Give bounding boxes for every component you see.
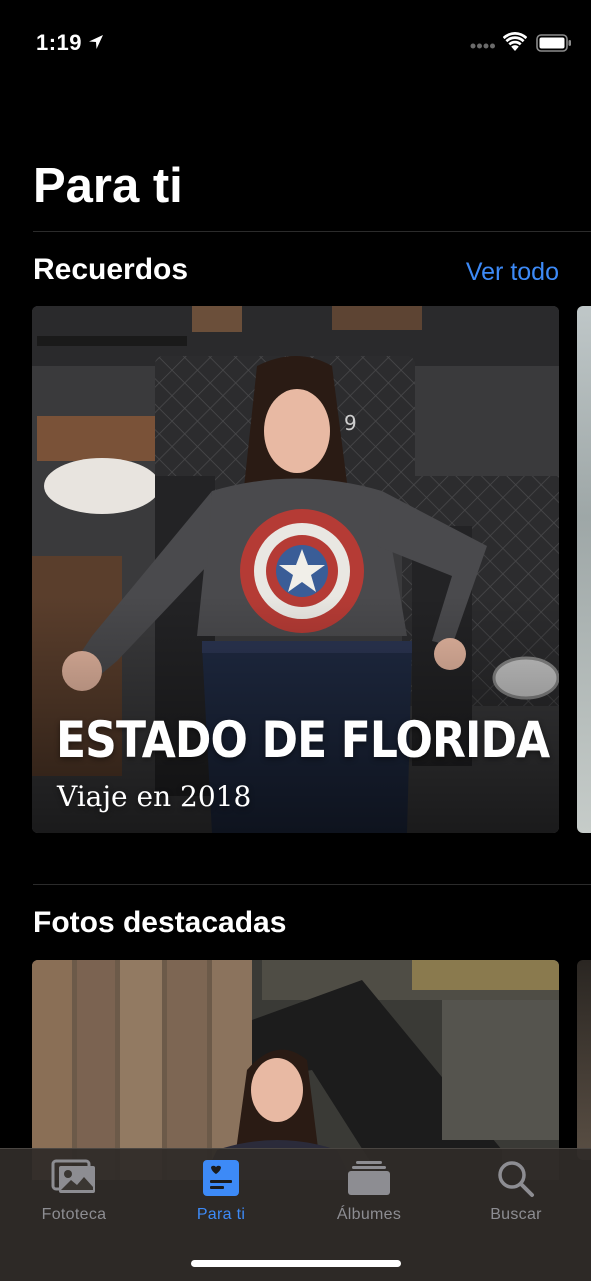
see-all-link[interactable]: Ver todo <box>466 256 559 288</box>
cellular-signal-icon <box>470 43 495 49</box>
memory-title: ESTADO DE FLORIDA <box>56 711 550 769</box>
home-indicator[interactable] <box>191 1260 401 1267</box>
tab-fototeca[interactable]: Fototeca <box>9 1149 139 1249</box>
search-icon <box>498 1161 534 1197</box>
for-you-icon <box>203 1160 239 1196</box>
status-time: 1:19 <box>36 30 83 55</box>
tab-albumes[interactable]: Álbumes <box>304 1149 434 1249</box>
featured-photo-card[interactable] <box>32 960 559 1180</box>
tab-label: Fototeca <box>41 1206 107 1223</box>
memory-card[interactable]: 9 ESTADO DE FLORIDA Viaje en 2018 <box>32 306 559 833</box>
next-featured-photo-peek[interactable] <box>577 960 591 1160</box>
battery-icon <box>536 34 571 52</box>
tab-label: Para ti <box>196 1206 246 1223</box>
location-arrow-icon <box>89 35 103 49</box>
memories-section-title: Recuerdos <box>33 253 189 286</box>
tab-para-ti[interactable]: Para ti <box>156 1149 286 1249</box>
tab-label: Buscar <box>490 1206 542 1223</box>
memory-subtitle: Viaje en 2018 <box>57 780 252 813</box>
divider <box>33 884 591 885</box>
photos-library-icon <box>51 1159 95 1193</box>
tab-label: Álbumes <box>336 1206 402 1223</box>
next-memory-card-peek[interactable] <box>577 306 591 833</box>
albums-icon <box>348 1161 390 1195</box>
featured-section-title: Fotos destacadas <box>33 906 287 939</box>
divider <box>33 231 591 232</box>
featured-photo <box>32 960 559 1180</box>
status-bar: 1:19 <box>0 0 591 88</box>
wifi-icon <box>503 32 527 51</box>
page-title: Para ti <box>33 159 183 213</box>
tab-buscar[interactable]: Buscar <box>451 1149 581 1249</box>
